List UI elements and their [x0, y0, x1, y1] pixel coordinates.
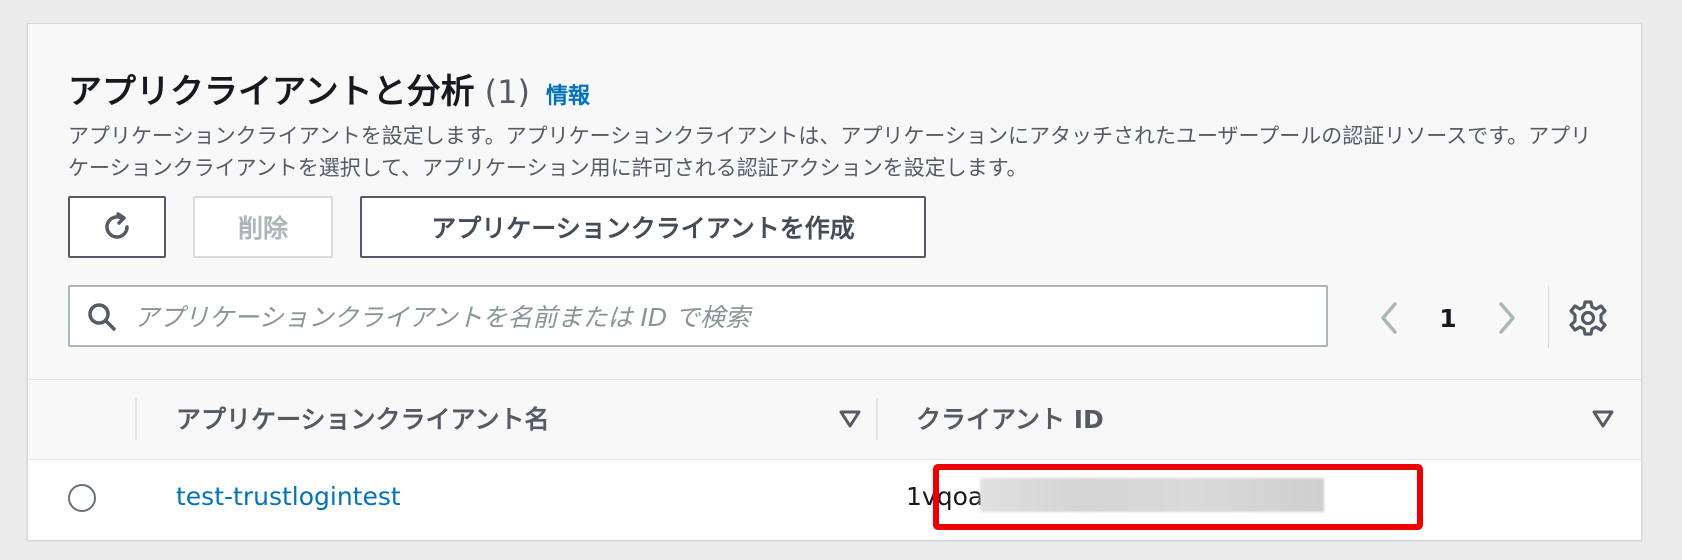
redacted-client-id-mask: [980, 478, 1324, 512]
info-link[interactable]: 情報: [546, 78, 590, 110]
sort-caret-icon[interactable]: [1591, 408, 1615, 430]
section-description: アプリケーションクライアントを設定します。アプリケーションクライアントは、アプリ…: [68, 124, 1592, 180]
app-clients-panel: アプリクライアントと分析 (1) 情報 アプリケーションクライアントを設定します…: [27, 23, 1642, 540]
client-count: (1): [484, 73, 530, 111]
column-separator: [135, 398, 137, 440]
delete-button[interactable]: 削除: [193, 196, 333, 258]
refresh-icon: [105, 212, 129, 239]
pager-divider: [1548, 286, 1549, 348]
search-box: [68, 285, 1328, 347]
search-icon: [88, 303, 116, 331]
table-row: test-trustlogintest 1vqoa: [28, 460, 1641, 540]
title-row: アプリクライアントと分析 (1) 情報: [68, 64, 590, 113]
settings-gear-icon[interactable]: [1568, 298, 1608, 338]
column-header-client-id[interactable]: クライアント ID: [916, 400, 1104, 436]
refresh-button[interactable]: [68, 196, 166, 258]
panel-header: アプリクライアントと分析 (1) 情報 アプリケーションクライアントを設定します…: [28, 24, 1641, 380]
column-header-app-client-name[interactable]: アプリケーションクライアント名: [176, 400, 550, 436]
next-page-icon[interactable]: [1491, 298, 1523, 338]
page-number[interactable]: 1: [1433, 296, 1463, 340]
search-input[interactable]: [132, 291, 1316, 343]
row-select-radio[interactable]: [68, 484, 96, 512]
app-client-name-link[interactable]: test-trustlogintest: [176, 482, 401, 511]
previous-page-icon[interactable]: [1373, 298, 1405, 338]
page-title: アプリクライアントと分析: [68, 72, 475, 112]
client-id-value: 1vqoa: [906, 482, 984, 511]
table-header: アプリケーションクライアント名 クライアント ID: [28, 380, 1641, 460]
column-separator: [876, 398, 878, 440]
create-app-client-button[interactable]: アプリケーションクライアントを作成: [360, 196, 926, 258]
sort-caret-icon[interactable]: [838, 408, 862, 430]
